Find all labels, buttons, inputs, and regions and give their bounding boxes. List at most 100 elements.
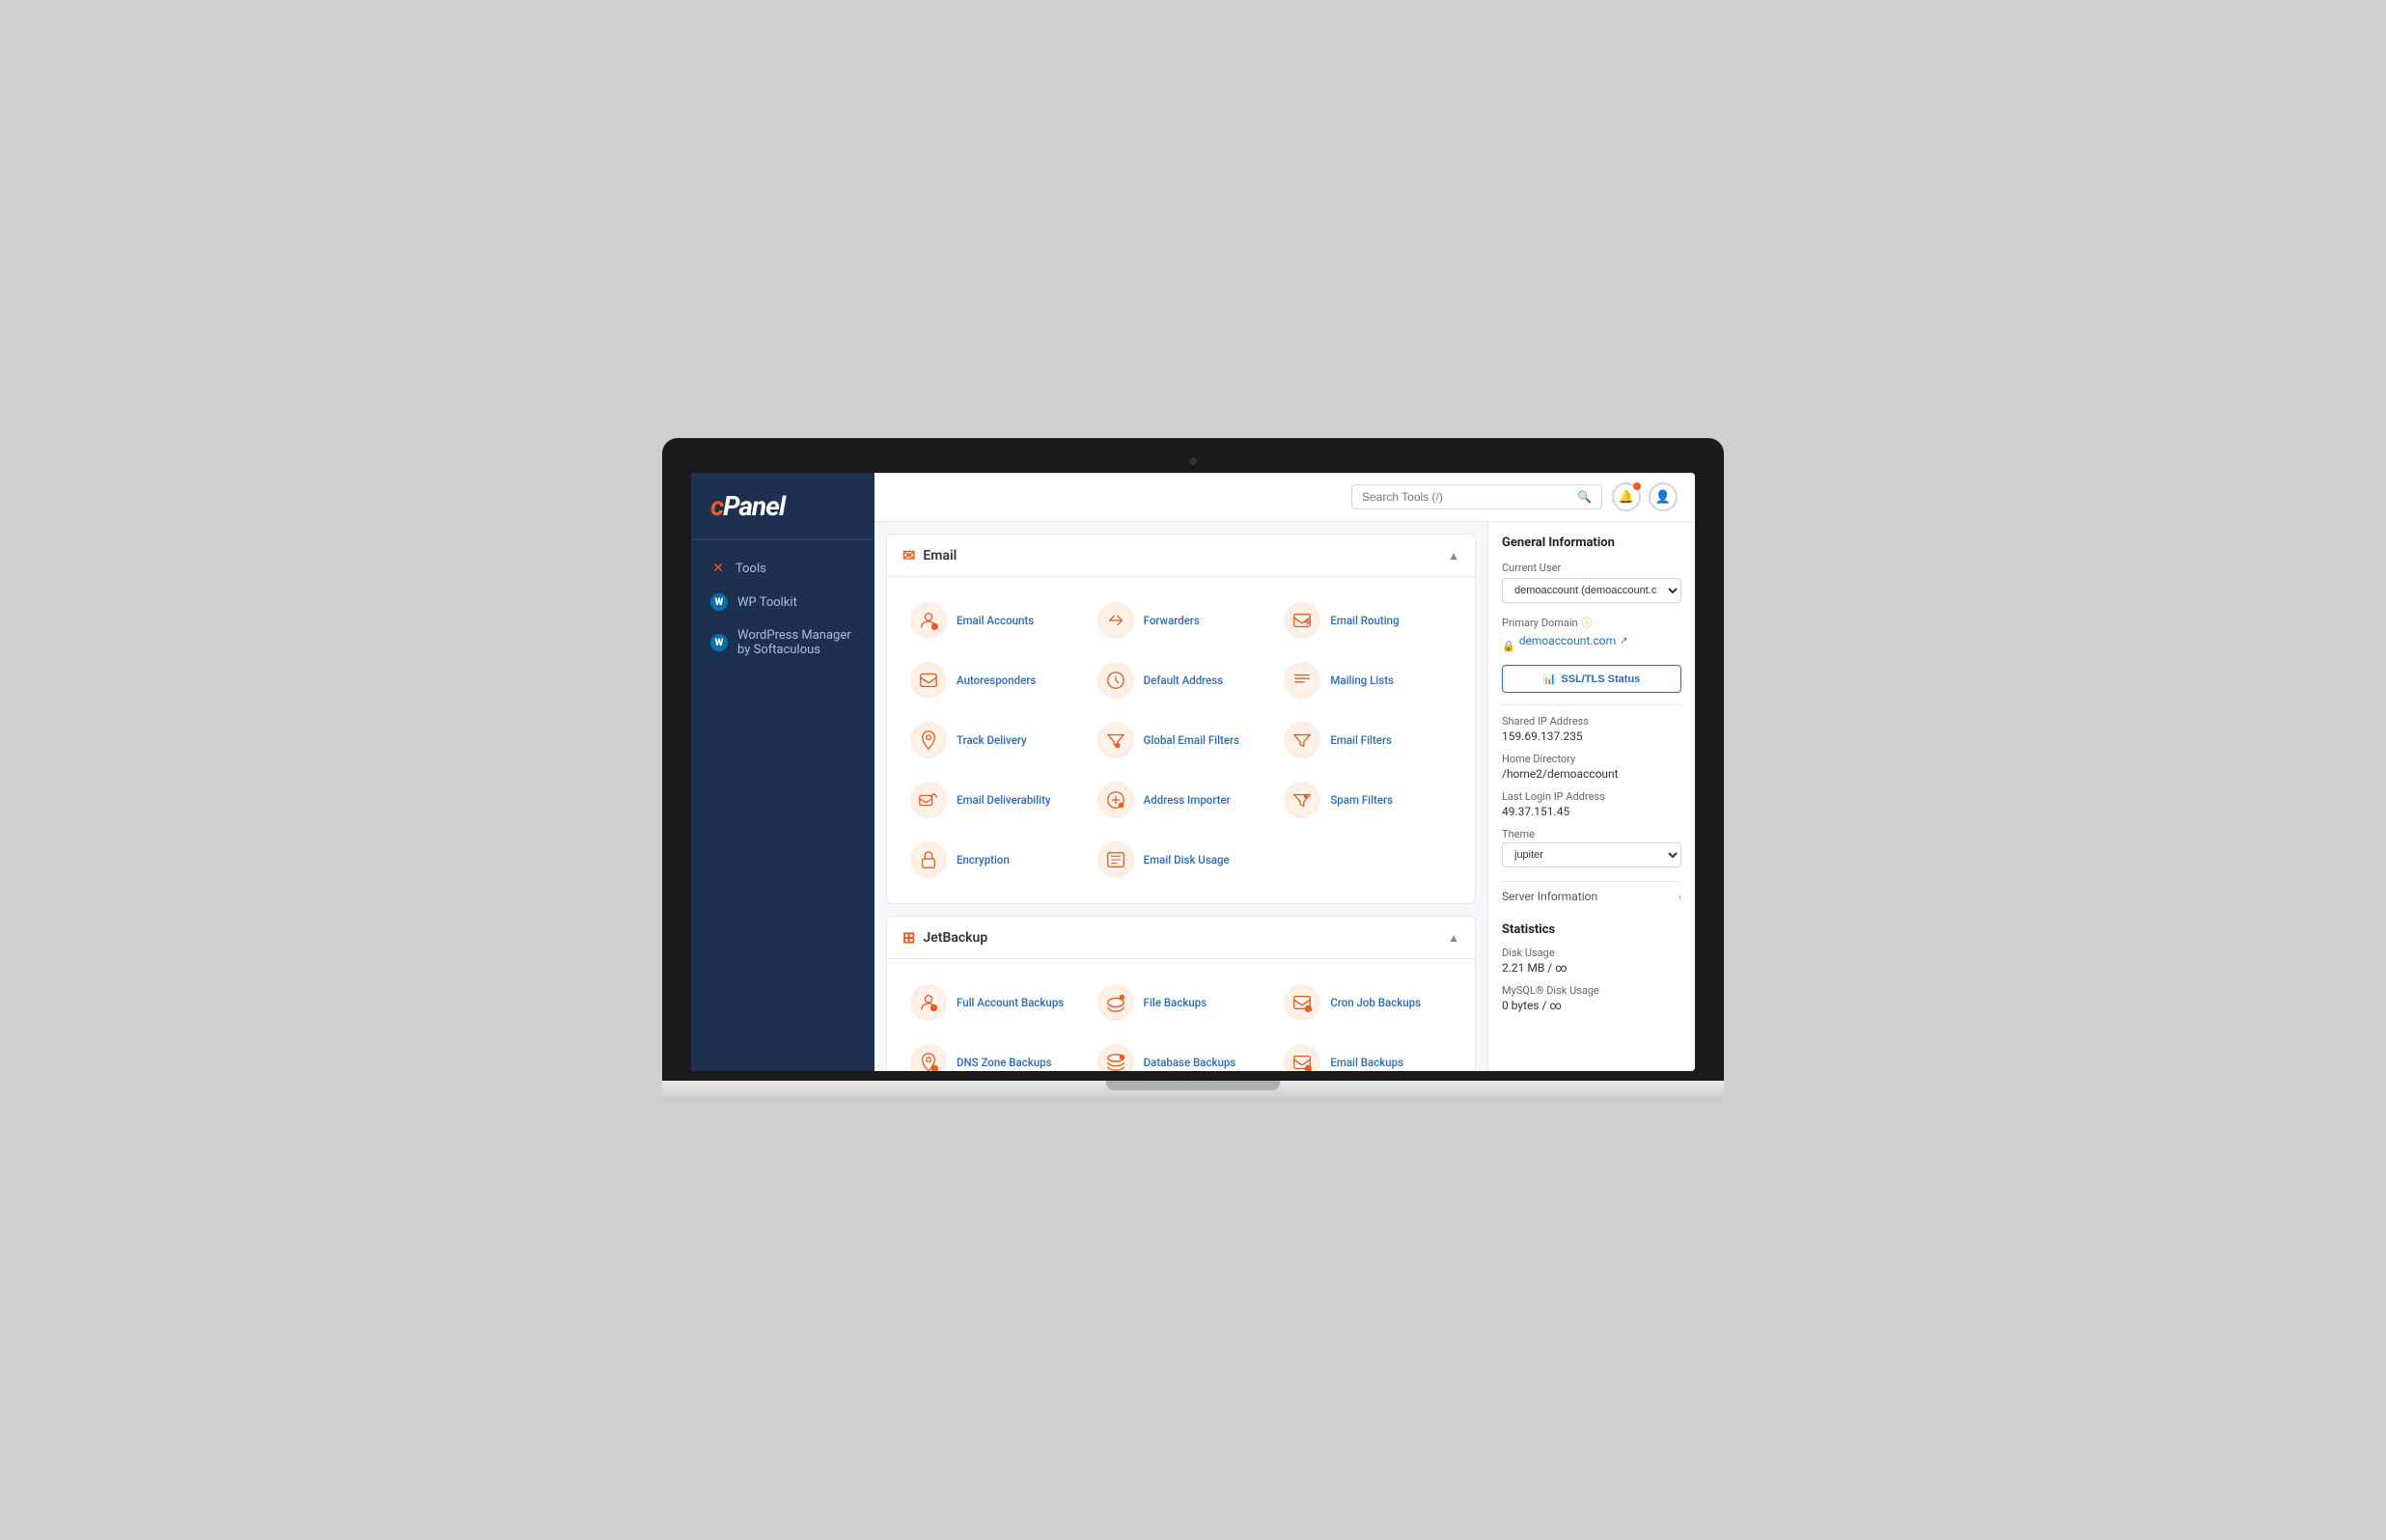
email-routing-icon xyxy=(1284,602,1320,639)
mysql-label: MySQL® Disk Usage xyxy=(1502,984,1681,997)
last-login-row: Last Login IP Address 49.37.151.45 xyxy=(1502,790,1681,818)
email-section-header[interactable]: ✉ Email ▲ xyxy=(887,535,1475,577)
jetbackup-section: ⊞ JetBackup ▲ xyxy=(886,916,1476,1071)
theme-select[interactable]: jupiter xyxy=(1502,842,1681,867)
general-info-title: General Information xyxy=(1502,536,1681,550)
email-accounts-label: Email Accounts xyxy=(957,614,1034,628)
search-icon: 🔍 xyxy=(1577,490,1592,504)
email-section-body: Email Accounts xyxy=(887,577,1475,903)
laptop-frame: cPanel ✕ Tools W WP Toolkit W xyxy=(662,438,1724,1102)
file-backups-label: File Backups xyxy=(1144,996,1207,1010)
stats-section: Statistics Disk Usage 2.21 MB / ∞ MySQL®… xyxy=(1502,922,1681,1012)
email-routing-label: Email Routing xyxy=(1330,614,1399,628)
autoresponders-label: Autoresponders xyxy=(957,674,1036,688)
lock-icon: 🔒 xyxy=(1502,640,1515,652)
search-input[interactable] xyxy=(1362,490,1577,504)
tool-forwarders[interactable]: Forwarders xyxy=(1090,592,1273,648)
tool-full-account-backups[interactable]: Full Account Backups xyxy=(902,975,1086,1031)
disk-usage-value: 2.21 MB / ∞ xyxy=(1502,961,1681,975)
domain-link-text: demoaccount.com xyxy=(1519,634,1616,647)
app-wrapper: cPanel ✕ Tools W WP Toolkit W xyxy=(691,473,1695,1071)
default-address-icon xyxy=(1097,662,1134,699)
full-account-backups-icon xyxy=(910,984,947,1021)
sidebar-item-tools-label: Tools xyxy=(735,562,766,576)
sidebar-item-wptoolkit[interactable]: W WP Toolkit xyxy=(691,585,874,619)
database-backups-label: Database Backups xyxy=(1144,1056,1236,1070)
global-email-filters-label: Global Email Filters xyxy=(1144,733,1239,748)
main-panel: ✉ Email ▲ xyxy=(874,522,1487,1071)
track-delivery-icon xyxy=(910,722,947,758)
email-section: ✉ Email ▲ xyxy=(886,534,1476,904)
tool-file-backups[interactable]: File Backups xyxy=(1090,975,1273,1031)
tool-global-email-filters[interactable]: Global Email Filters xyxy=(1090,712,1273,768)
tool-autoresponders[interactable]: Autoresponders xyxy=(902,652,1086,708)
encryption-icon xyxy=(910,841,947,878)
user-menu-button[interactable]: 👤 xyxy=(1649,482,1678,511)
domain-link[interactable]: demoaccount.com ↗ xyxy=(1519,634,1628,647)
tool-email-accounts[interactable]: Email Accounts xyxy=(902,592,1086,648)
dns-zone-backups-label: DNS Zone Backups xyxy=(957,1056,1052,1070)
email-accounts-icon xyxy=(910,602,947,639)
current-user-label: Current User xyxy=(1502,562,1681,574)
screen-bezel: cPanel ✕ Tools W WP Toolkit W xyxy=(662,438,1724,1081)
jetbackup-section-icon: ⊞ xyxy=(902,928,915,947)
screen: cPanel ✕ Tools W WP Toolkit W xyxy=(691,473,1695,1071)
tool-mailing-lists[interactable]: Mailing Lists xyxy=(1276,652,1459,708)
ssl-btn-label: SSL/TLS Status xyxy=(1561,674,1640,685)
theme-row: Theme jupiter xyxy=(1502,828,1681,871)
email-deliverability-label: Email Deliverability xyxy=(957,793,1051,808)
user-icon: 👤 xyxy=(1655,490,1671,505)
spam-filters-label: Spam Filters xyxy=(1330,793,1393,808)
shared-ip-row: Shared IP Address 159.69.137.235 xyxy=(1502,715,1681,743)
current-user-select[interactable]: demoaccount (demoaccount.com) xyxy=(1502,578,1681,603)
server-info-row[interactable]: Server Information › xyxy=(1502,881,1681,911)
sidebar-nav: ✕ Tools W WP Toolkit W WordPress Manager… xyxy=(691,540,874,1071)
tool-email-deliverability[interactable]: Email Deliverability xyxy=(902,772,1086,828)
email-tools-grid: Email Accounts xyxy=(902,592,1459,888)
sidebar: cPanel ✕ Tools W WP Toolkit W xyxy=(691,473,874,1071)
tool-spam-filters[interactable]: Spam Filters xyxy=(1276,772,1459,828)
jetbackup-section-title: JetBackup xyxy=(923,930,987,946)
sidebar-item-wptoolkit-label: WP Toolkit xyxy=(737,595,797,610)
divider-1 xyxy=(1502,704,1681,705)
laptop-base xyxy=(662,1081,1724,1102)
tool-address-importer[interactable]: Address Importer xyxy=(1090,772,1273,828)
home-dir-row: Home Directory /home2/demoaccount xyxy=(1502,753,1681,781)
notifications-button[interactable]: 🔔 xyxy=(1612,482,1641,511)
tool-dns-zone-backups[interactable]: DNS Zone Backups xyxy=(902,1034,1086,1071)
cpanel-logo: cPanel xyxy=(710,490,855,522)
tool-email-filters[interactable]: Email Filters xyxy=(1276,712,1459,768)
tool-cron-job-backups[interactable]: Cron Job Backups xyxy=(1276,975,1459,1031)
tool-track-delivery[interactable]: Track Delivery xyxy=(902,712,1086,768)
last-login-label: Last Login IP Address xyxy=(1502,790,1681,803)
email-backups-label: Email Backups xyxy=(1330,1056,1403,1070)
autoresponders-icon xyxy=(910,662,947,699)
tool-email-disk-usage[interactable]: Email Disk Usage xyxy=(1090,832,1273,888)
shared-ip-label: Shared IP Address xyxy=(1502,715,1681,728)
cron-job-backups-label: Cron Job Backups xyxy=(1330,996,1421,1010)
tool-email-backups[interactable]: Email Backups xyxy=(1276,1034,1459,1071)
sidebar-item-tools[interactable]: ✕ Tools xyxy=(691,552,874,585)
tool-email-routing[interactable]: Email Routing xyxy=(1276,592,1459,648)
jetbackup-section-header[interactable]: ⊞ JetBackup ▲ xyxy=(887,917,1475,959)
ssl-tls-button[interactable]: 📊 SSL/TLS Status xyxy=(1502,665,1681,693)
tool-database-backups[interactable]: Database Backups xyxy=(1090,1034,1273,1071)
tool-encryption[interactable]: Encryption xyxy=(902,832,1086,888)
mailing-lists-icon xyxy=(1284,662,1320,699)
primary-domain-label: Primary Domain ⓘ xyxy=(1502,615,1681,630)
stats-title: Statistics xyxy=(1502,922,1681,937)
right-panel: General Information Current User demoacc… xyxy=(1487,522,1695,1071)
email-section-title-wrap: ✉ Email xyxy=(902,546,957,564)
search-bar[interactable]: 🔍 xyxy=(1351,484,1602,509)
sidebar-item-wpmanager-label: WordPress Manager by Softaculous xyxy=(737,628,855,657)
tool-default-address[interactable]: Default Address xyxy=(1090,652,1273,708)
topbar: 🔍 🔔 👤 xyxy=(874,473,1695,522)
sidebar-item-wpmanager[interactable]: W WordPress Manager by Softaculous xyxy=(691,619,874,666)
global-email-filters-icon xyxy=(1097,722,1134,758)
mysql-value: 0 bytes / ∞ xyxy=(1502,999,1681,1012)
tools-icon: ✕ xyxy=(710,561,726,576)
shared-ip-value: 159.69.137.235 xyxy=(1502,729,1681,743)
database-backups-icon xyxy=(1097,1044,1134,1071)
forwarders-icon xyxy=(1097,602,1134,639)
chart-icon: 📊 xyxy=(1543,673,1557,685)
